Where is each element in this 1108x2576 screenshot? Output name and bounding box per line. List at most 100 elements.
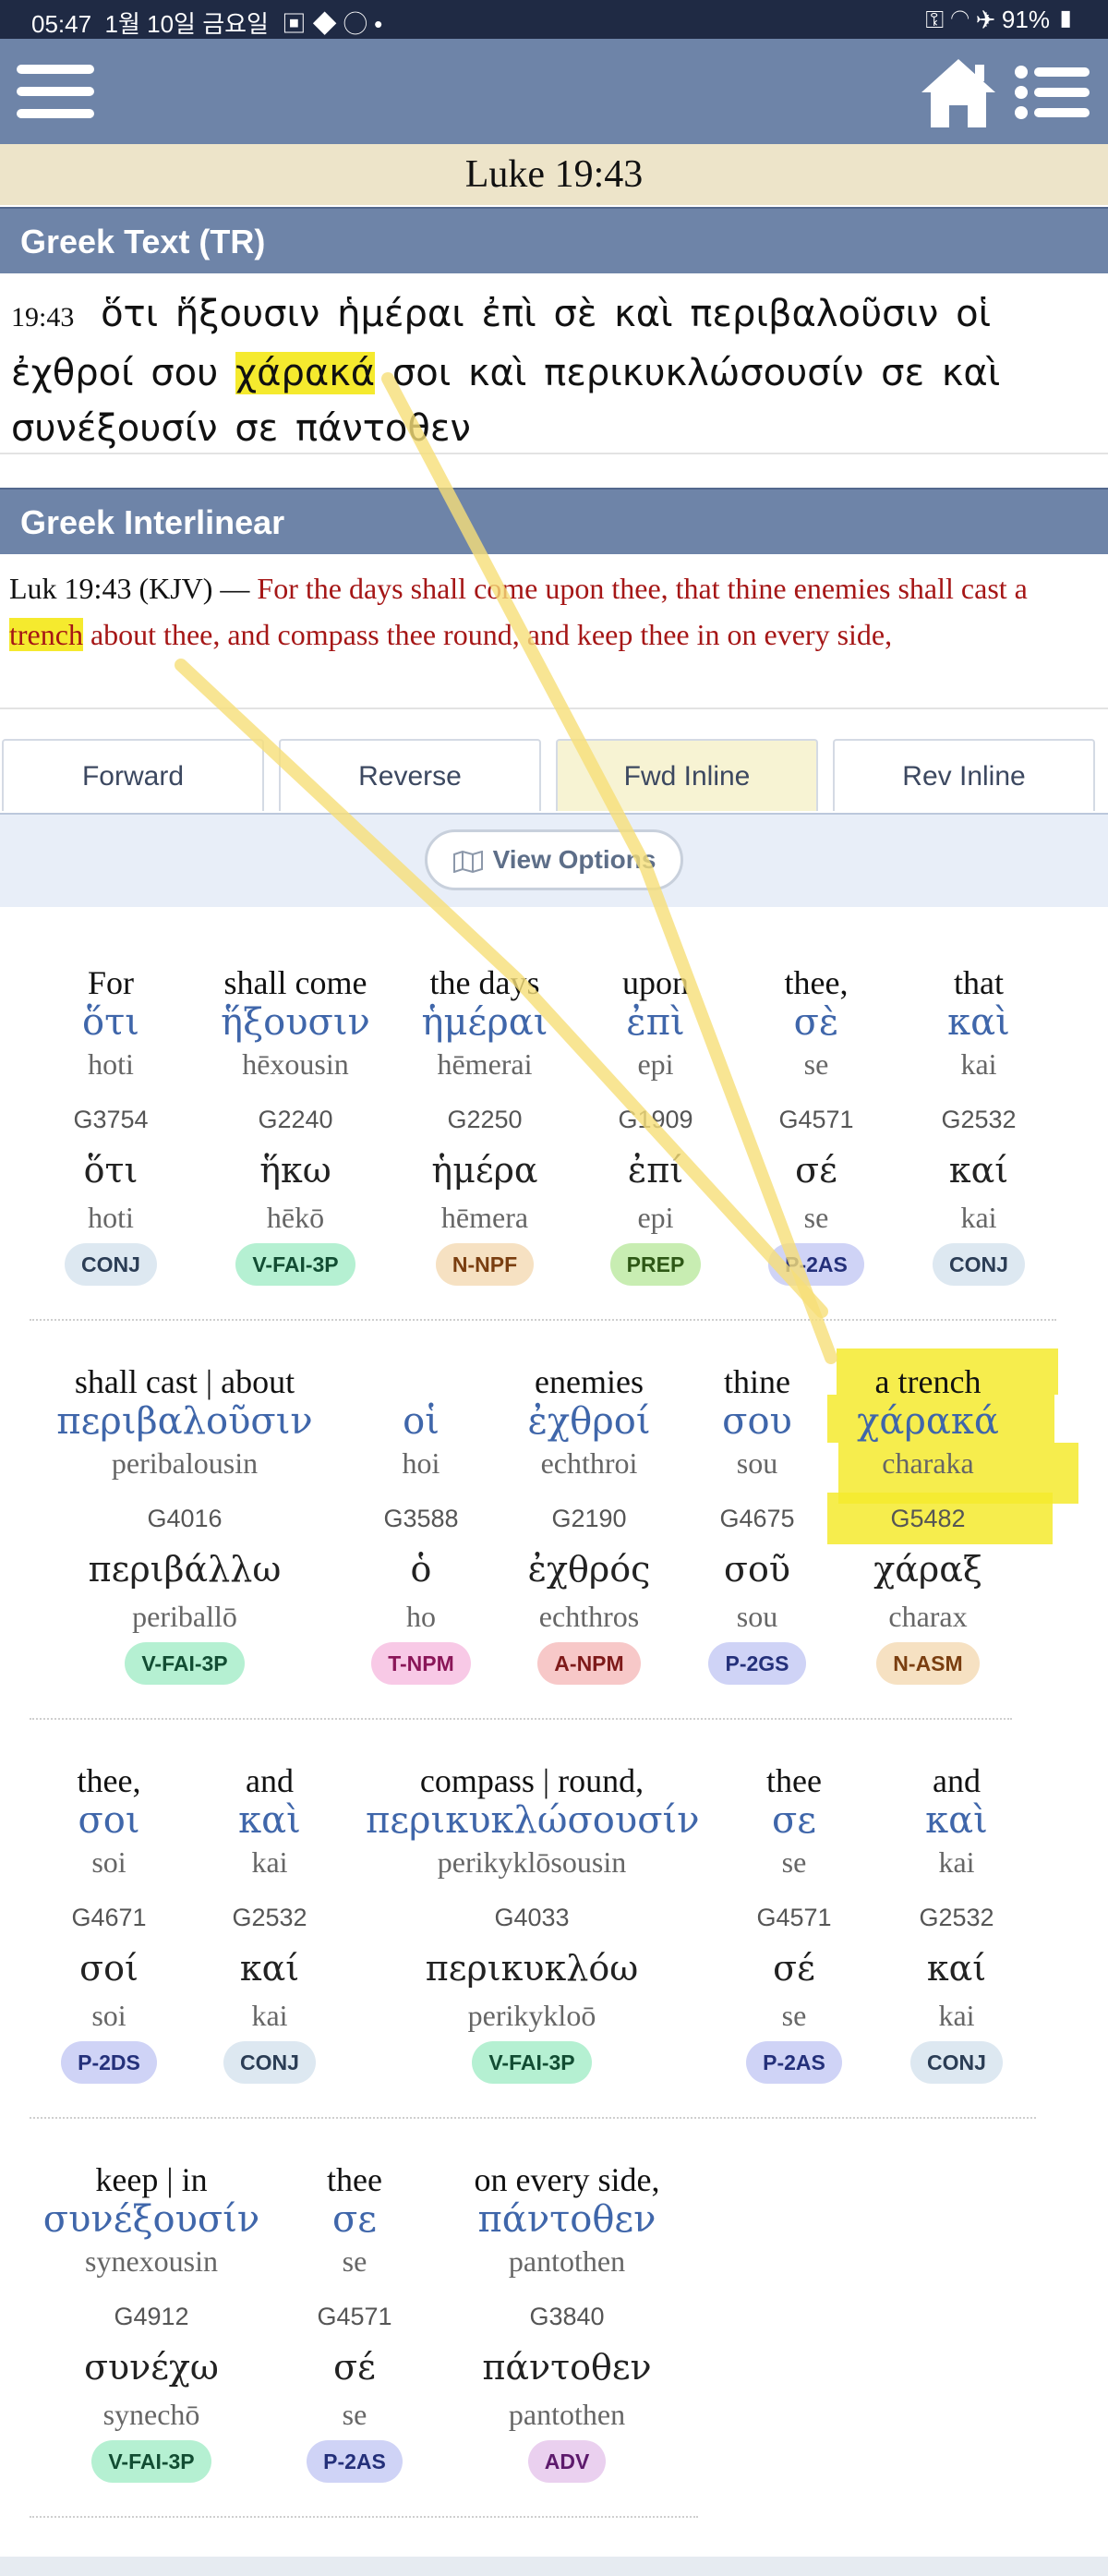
word-english: thee, xyxy=(784,964,849,1001)
pos-badge[interactable]: P-2AS xyxy=(768,1243,864,1286)
pos-badge[interactable]: N-NPF xyxy=(435,1243,535,1286)
strongs-number[interactable]: G4571 xyxy=(729,1901,859,1934)
pos-badge[interactable]: T-NPM xyxy=(371,1642,471,1685)
word-lexical: σοῦ xyxy=(724,1549,790,1590)
list-icon[interactable] xyxy=(1014,65,1091,120)
strongs-number[interactable]: G4671 xyxy=(44,1901,174,1934)
word-block[interactable]: keep | in συνέξουσίν synexousin G4912 συ… xyxy=(41,2159,262,2492)
pos-badge[interactable]: V-FAI-3P xyxy=(91,2440,211,2483)
pos-badge[interactable]: PREP xyxy=(609,1243,702,1286)
word-translit: kai xyxy=(251,1845,288,1879)
word-translit: kai xyxy=(938,1845,975,1879)
strongs-number[interactable]: G4675 xyxy=(692,1502,822,1535)
strongs-number[interactable]: G2532 xyxy=(914,1103,1043,1136)
pos-badge[interactable]: V-FAI-3P xyxy=(125,1642,245,1685)
word-lexical-translit: epi xyxy=(637,1201,674,1234)
word-block[interactable]: the days ἡμέραι hēmerai G2250 ἡμέρα hēme… xyxy=(406,962,563,1295)
pos-badge[interactable]: P-2AS xyxy=(307,2440,403,2483)
strongs-number[interactable]: G2532 xyxy=(205,1901,334,1934)
word-english: shall cast | about xyxy=(74,1363,295,1400)
options-band: View Options xyxy=(0,815,1108,907)
strongs-number[interactable]: G3840 xyxy=(452,2300,681,2333)
strongs-number[interactable]: G4571 xyxy=(290,2300,419,2333)
word-block[interactable]: compass | round, περικυκλώσουσίν perikyk… xyxy=(366,1760,700,2093)
tab-forward[interactable]: Forward xyxy=(2,739,264,811)
word-translit: charaka xyxy=(882,1446,974,1480)
word-block[interactable]: and καὶ kai G2532 καί kai CONJ xyxy=(205,1760,334,2093)
menu-icon[interactable] xyxy=(17,65,94,118)
pos-badge[interactable]: N-ASM xyxy=(876,1642,980,1685)
pos-badge[interactable]: CONJ xyxy=(223,2041,316,2084)
status-icons: ⚿ ◠ ✈ xyxy=(925,6,1002,33)
word-greek: καὶ xyxy=(947,1001,1010,1044)
word-lexical-translit: charax xyxy=(888,1600,968,1633)
tab-reverse[interactable]: Reverse xyxy=(279,739,541,811)
pos-badge[interactable]: CONJ xyxy=(933,1243,1025,1286)
strongs-number[interactable]: G2250 xyxy=(406,1103,563,1136)
pos-badge[interactable]: P-2DS xyxy=(61,2041,157,2084)
word-greek: ἡμέραι xyxy=(421,1001,548,1044)
pos-badge[interactable]: A-NPM xyxy=(537,1642,641,1685)
strongs-number[interactable]: G5482 xyxy=(849,1502,1006,1535)
word-lexical-translit: se xyxy=(781,1999,807,2032)
word-lexical: καί xyxy=(926,1948,987,1989)
word-block[interactable]: thee, σὲ se G4571 σέ se P-2AS xyxy=(752,962,881,1295)
word-translit: epi xyxy=(637,1047,674,1081)
word-block[interactable]: on every side, πάντοθεν pantothen G3840 … xyxy=(452,2159,681,2492)
word-block[interactable]: thee σε se G4571 σέ se P-2AS xyxy=(729,1760,859,2093)
strongs-number[interactable]: G3754 xyxy=(46,1103,175,1136)
word-block[interactable]: thine σου sou G4675 σοῦ sou P-2GS xyxy=(692,1361,822,1694)
strongs-number[interactable]: G2240 xyxy=(194,1103,397,1136)
word-block[interactable]: that καὶ kai G2532 καί kai CONJ xyxy=(914,962,1043,1295)
strongs-number[interactable]: G3588 xyxy=(356,1502,486,1535)
word-greek: σου xyxy=(722,1400,792,1443)
word-english: shall come xyxy=(223,964,367,1001)
word-greek: ὅτι xyxy=(82,1001,139,1044)
word-english: upon xyxy=(622,964,689,1001)
word-block[interactable]: For ὅτι hoti G3754 ὅτι hoti CONJ xyxy=(46,962,175,1295)
word-block[interactable]: thee σε se G4571 σέ se P-2AS xyxy=(290,2159,419,2492)
word-lexical: ἥκω xyxy=(259,1150,331,1191)
strongs-number[interactable]: G2190 xyxy=(506,1502,672,1535)
word-lexical: περιβάλλω xyxy=(88,1549,282,1590)
pos-badge[interactable]: P-2AS xyxy=(746,2041,842,2084)
strongs-number[interactable]: G4912 xyxy=(41,2300,262,2333)
strongs-number[interactable]: G4016 xyxy=(37,1502,332,1535)
strongs-number[interactable]: G4571 xyxy=(752,1103,881,1136)
word-block[interactable]: upon ἐπὶ epi G1909 ἐπί epi PREP xyxy=(591,962,720,1295)
pos-badge[interactable]: P-2GS xyxy=(708,1642,806,1685)
word-greek: σὲ xyxy=(793,1001,839,1044)
strongs-number[interactable]: G4033 xyxy=(366,1901,698,1934)
word-translit: hoti xyxy=(88,1047,134,1081)
kjv-reference: Luk 19:43 (KJV) — xyxy=(9,572,250,605)
word-english: thee, xyxy=(77,1762,141,1799)
word-block[interactable]: shall come ἥξουσιν hēxousin G2240 ἥκω hē… xyxy=(194,962,397,1295)
word-block[interactable]: thee, σοι soi G4671 σοί soi P-2DS xyxy=(44,1760,174,2093)
word-block[interactable]: a trench χάρακά charaka G5482 χάραξ char… xyxy=(849,1361,1006,1694)
status-time: 05:47 xyxy=(31,10,92,38)
word-block[interactable]: and καὶ kai G2532 καί kai CONJ xyxy=(892,1760,1021,2093)
row-divider xyxy=(30,2516,698,2518)
pos-badge[interactable]: CONJ xyxy=(910,2041,1003,2084)
view-options-button[interactable]: View Options xyxy=(425,829,683,890)
word-english: a trench xyxy=(874,1363,982,1400)
tab-rev-inline[interactable]: Rev Inline xyxy=(833,739,1095,811)
word-block[interactable]: οἱ hoi G3588 ὁ ho T-NPM xyxy=(356,1361,486,1694)
home-icon[interactable] xyxy=(920,55,997,129)
pos-badge[interactable]: V-FAI-3P xyxy=(235,1243,355,1286)
word-lexical: σοί xyxy=(79,1948,138,1989)
view-options-label: View Options xyxy=(492,845,656,874)
word-block[interactable]: shall cast | about περιβαλοῦσιν peribalo… xyxy=(37,1361,332,1694)
strongs-number[interactable]: G2532 xyxy=(892,1901,1021,1934)
word-lexical-translit: pantothen xyxy=(508,2398,626,2431)
word-greek: καὶ xyxy=(925,1799,988,1842)
word-lexical-translit: ho xyxy=(406,1600,436,1633)
pos-badge[interactable]: ADV xyxy=(527,2440,607,2483)
word-lexical: ὅτι xyxy=(83,1150,138,1191)
strongs-number[interactable]: G1909 xyxy=(591,1103,720,1136)
pos-badge[interactable]: V-FAI-3P xyxy=(472,2041,592,2084)
tab-fwd-inline[interactable]: Fwd Inline xyxy=(556,739,818,811)
pos-badge[interactable]: CONJ xyxy=(65,1243,157,1286)
word-block[interactable]: enemies ἐχθροί echthroi G2190 ἐχθρός ech… xyxy=(506,1361,672,1694)
word-translit: synexousin xyxy=(85,2244,218,2278)
